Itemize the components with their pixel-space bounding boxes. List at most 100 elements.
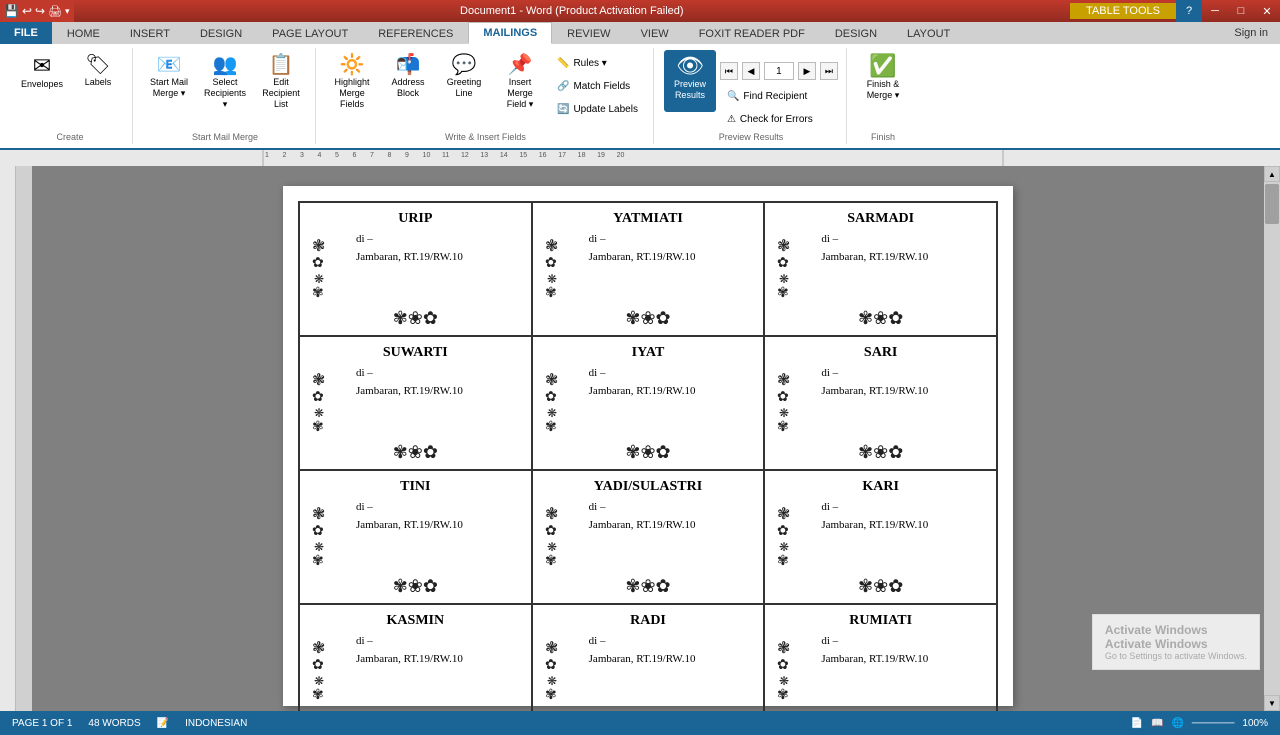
word-count: 48 WORDS [88,718,140,729]
card-bottom-decoration: ✾❀✿ [858,710,903,711]
tab-page-layout[interactable]: PAGE LAYOUT [257,22,363,44]
svg-text:✾: ✾ [312,284,324,300]
greeting-line-button[interactable]: 💬 GreetingLine [438,50,490,112]
card-bottom-decoration: ✾❀✿ [858,442,903,463]
highlight-icon: 🔆 [340,55,365,75]
print-icon[interactable]: 🖨 [48,5,62,18]
tab-foxit[interactable]: FOXIT READER PDF [684,22,820,44]
card-line2: Jambaran, RT.19/RW.10 [356,383,463,401]
view-read-icon[interactable]: 📖 [1151,718,1163,729]
match-fields-icon: 🔗 [557,81,569,92]
svg-text:✿: ✿ [312,522,324,538]
view-web-icon[interactable]: 🌐 [1171,718,1183,729]
tab-insert[interactable]: INSERT [115,22,185,44]
finish-merge-button[interactable]: ✅ Finish &Merge ▾ [857,50,909,112]
preview-results-button[interactable]: 👁 PreviewResults [664,50,716,112]
tab-view[interactable]: VIEW [626,22,684,44]
check-errors-button[interactable]: ⚠ Check for Errors [720,108,838,130]
card-name: SARMADI [847,211,914,227]
card-line1: di – [589,499,696,517]
address-block-button[interactable]: 📬 AddressBlock [382,50,434,112]
ribbon-group-finish: ✅ Finish &Merge ▾ Finish [849,48,917,144]
save-icon[interactable]: 💾 [4,4,19,18]
card-line2: Jambaran, RT.19/RW.10 [821,249,928,267]
card-decoration-icon: ❃ ✿ ❋ ✾ [777,499,815,574]
sign-in-button[interactable]: Sign in [1222,22,1280,44]
tab-mailings[interactable]: MAILINGS [468,22,552,44]
card-kasmin: KASMIN ❃ ✿ ❋ ✾ di – Jambaran, RT.19/RW.1… [299,604,532,711]
card-line1: di – [356,365,463,383]
labels-button[interactable]: 🏷 Labels [72,50,124,112]
select-recipients-button[interactable]: 👥 SelectRecipients ▾ [199,50,251,112]
card-body: ❃ ✿ ❋ ✾ di – Jambaran, RT.19/RW.10 [777,365,984,440]
scroll-thumb[interactable] [1265,184,1279,224]
minimize-button[interactable]: ─ [1202,0,1228,22]
card-kari: KARI ❃ ✿ ❋ ✾ di – Jambaran, RT.19/RW.10 … [764,470,997,604]
status-right: 📄 📖 🌐 ────── 100% [1131,718,1268,729]
nav-next-button[interactable]: ▶ [798,62,816,80]
card-bottom-decoration: ✾❀✿ [393,442,438,463]
quick-access-toolbar: 💾 ↩ ↪ 🖨 ▾ [0,0,74,22]
help-icon[interactable]: ? [1176,0,1202,22]
left-margin-area [16,166,32,711]
svg-text:✾: ✾ [777,686,789,702]
card-line1: di – [589,365,696,383]
svg-text:✾: ✾ [777,552,789,568]
update-labels-button[interactable]: 🔄 Update Labels [550,98,645,120]
scroll-up-button[interactable]: ▲ [1264,166,1280,182]
ribbon-group-write-insert: 🔆 HighlightMerge Fields 📬 AddressBlock 💬… [318,48,654,144]
page-info: PAGE 1 OF 1 [12,718,72,729]
zoom-slider[interactable]: ────── [1192,718,1235,729]
qa-dropdown[interactable]: ▾ [65,6,70,17]
card-sarmadi: SARMADI ❃ ✿ ❋ ✾ di – Jambaran, RT.19/RW.… [764,202,997,336]
start-mail-merge-icon: 📧 [157,55,182,75]
edit-recipient-list-button[interactable]: 📋 EditRecipient List [255,50,307,112]
view-print-icon[interactable]: 📄 [1131,718,1143,729]
tab-design[interactable]: DESIGN [185,22,257,44]
vertical-scrollbar[interactable]: ▲ ▼ [1264,166,1280,711]
page-number-input[interactable] [764,62,794,80]
svg-text:✿: ✿ [545,522,557,538]
tab-layout[interactable]: LAYOUT [892,22,965,44]
card-text: di – Jambaran, RT.19/RW.10 [356,231,463,266]
envelopes-button[interactable]: ✉ Envelopes [16,50,68,112]
nav-last-button[interactable]: ⏭ [820,62,838,80]
tab-review[interactable]: REVIEW [552,22,625,44]
vertical-ruler [0,166,16,711]
match-fields-button[interactable]: 🔗 Match Fields [550,75,645,97]
card-name: RUMIATI [849,613,912,629]
svg-text:✾: ✾ [545,552,557,568]
svg-text:❃: ❃ [312,238,325,255]
nav-prev-button[interactable]: ◀ [742,62,760,80]
close-button[interactable]: ✕ [1254,0,1280,22]
highlight-merge-fields-button[interactable]: 🔆 HighlightMerge Fields [326,50,378,112]
spell-check-icon[interactable]: 📝 [157,718,169,729]
nav-first-button[interactable]: ⏮ [720,62,738,80]
card-text: di – Jambaran, RT.19/RW.10 [589,365,696,400]
svg-text:❃: ❃ [545,238,558,255]
maximize-button[interactable]: □ [1228,0,1254,22]
rules-button[interactable]: 📏 Rules ▾ [550,52,645,74]
scroll-down-button[interactable]: ▼ [1264,695,1280,711]
start-mail-merge-button[interactable]: 📧 Start MailMerge ▾ [143,50,195,112]
insert-merge-field-icon: 📌 [508,55,533,75]
card-decoration-icon: ❃ ✿ ❋ ✾ [312,365,350,440]
svg-text:✿: ✿ [777,656,789,672]
find-recipient-button[interactable]: 🔍 Find Recipient [720,85,838,107]
redo-icon[interactable]: ↪ [35,4,45,18]
card-name: URIP [398,211,432,227]
update-labels-icon: 🔄 [557,104,569,115]
tab-design2[interactable]: DESIGN [820,22,892,44]
language-indicator[interactable]: INDONESIAN [185,718,247,729]
undo-icon[interactable]: ↩ [22,4,32,18]
tab-file[interactable]: FILE [0,22,52,44]
card-decoration-icon: ❃ ✿ ❋ ✾ [545,365,583,440]
tab-home[interactable]: HOME [52,22,115,44]
insert-merge-field-button[interactable]: 📌 Insert MergeField ▾ [494,50,546,112]
card-text: di – Jambaran, RT.19/RW.10 [589,231,696,266]
svg-text:✿: ✿ [545,656,557,672]
tab-references[interactable]: REFERENCES [363,22,468,44]
preview-results-icon: 👁 [676,55,704,77]
card-decoration-icon: ❃ ✿ ❋ ✾ [777,365,815,440]
card-line2: Jambaran, RT.19/RW.10 [589,651,696,669]
